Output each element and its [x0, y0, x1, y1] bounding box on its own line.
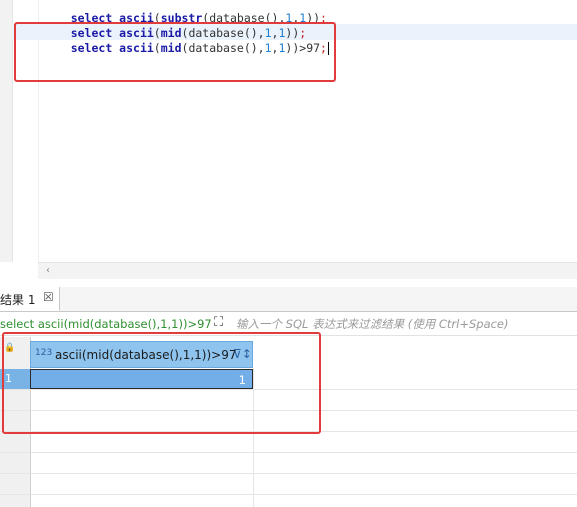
row-divider [0, 494, 577, 495]
annotation-box-query [14, 22, 336, 82]
tab-result-1[interactable]: 结果 1 ☒ [0, 287, 60, 311]
tab-label: 结果 1 [0, 293, 36, 307]
row-divider [0, 473, 577, 474]
row-divider [0, 452, 577, 453]
editor-horizontal-scrollbar[interactable]: ‹ [38, 262, 577, 279]
close-tab-icon[interactable]: ☒ [43, 290, 54, 304]
scroll-left-arrow-icon[interactable]: ‹ [46, 263, 50, 279]
result-grid: 🔒 123 ascii(mid(database(),1,1))>97 ⊽↕ 1… [0, 332, 577, 507]
filter-input[interactable] [236, 315, 572, 333]
result-tab-strip: 结果 1 ☒ [0, 287, 577, 312]
expand-filter-icon[interactable]: ⛶ [214, 315, 223, 330]
annotation-box-result [2, 332, 321, 434]
sql-editor[interactable]: select ascii(substr(database(),1,1)); se… [0, 0, 577, 262]
executed-query-label: select ascii(mid(database(),1,1))>97 [0, 317, 212, 331]
